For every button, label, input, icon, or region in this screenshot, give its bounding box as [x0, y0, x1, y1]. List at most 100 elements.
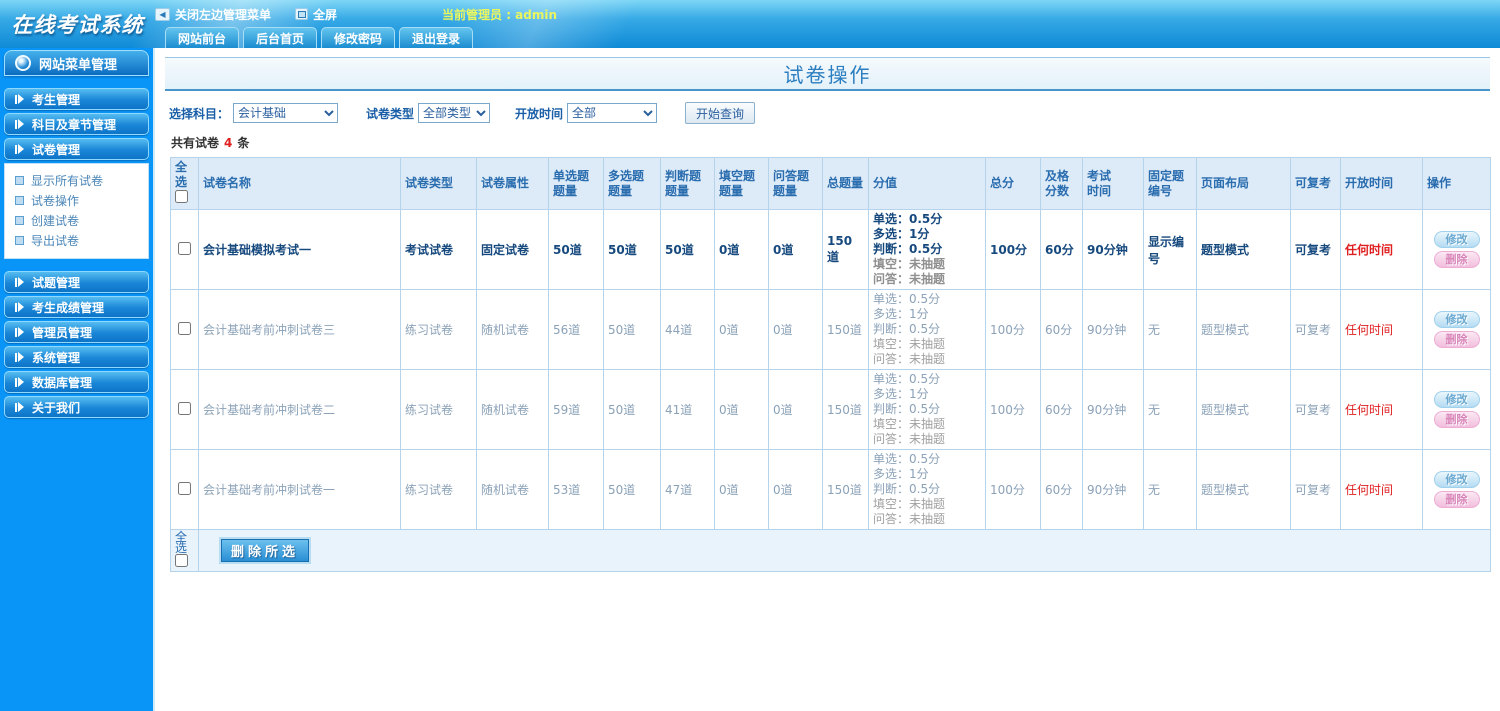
score-detail: 单选：0.5分 多选：1分 判断：0.5分 填空：未抽题 问答：未抽题 [868, 369, 986, 450]
search-button[interactable]: 开始查询 [685, 102, 756, 124]
blank-question-count: 0道 [714, 449, 769, 530]
edit-button[interactable]: 修改 [1433, 471, 1480, 488]
row-select-cell [170, 369, 199, 450]
result-count: 共有试卷 4 条 [171, 136, 250, 150]
row-select-cell [170, 209, 199, 290]
row-checkbox[interactable] [178, 321, 191, 335]
submenu-paper-operation[interactable]: 试卷操作 [5, 190, 148, 210]
page-layout: 题型模式 [1196, 369, 1291, 450]
open-time: 任何时间 [1340, 369, 1423, 450]
judge-question-count: 41道 [660, 369, 715, 450]
col-total: 总题量 [822, 157, 869, 210]
row-select-cell [170, 289, 199, 370]
topbar: ◀ 关闭左边管理菜单 全屏 当前管理员 : admin [155, 4, 557, 24]
main-content: 试卷操作 选择科目： 会计基础 试卷类型 全部类型 开放时间 全部 开始查询 共… [165, 48, 1495, 711]
sidebar: 网站菜单管理 考生管理 科目及章节管理 试卷管理 显示所有试卷 试卷操作 创建试… [0, 48, 155, 711]
subject-filter-label: 选择科目： [169, 106, 230, 121]
type-filter-label: 试卷类型 [366, 106, 415, 121]
square-bullet-icon [15, 175, 24, 185]
submenu-create-paper[interactable]: 创建试卷 [5, 210, 148, 230]
delete-button[interactable]: 删除 [1433, 491, 1480, 508]
exam-type: 练习试卷 [400, 449, 477, 530]
delete-button[interactable]: 删除 [1433, 331, 1480, 348]
exam-type: 考试试卷 [400, 209, 477, 290]
paper-type-select[interactable]: 全部类型 [418, 103, 491, 123]
fullscreen-link[interactable]: 全屏 [295, 6, 337, 23]
score-detail: 单选：0.5分 多选：1分 判断：0.5分 填空：未抽题 问答：未抽题 [868, 449, 986, 530]
sidebar-item-system-mgmt[interactable]: 系统管理 [4, 346, 149, 368]
submenu-show-all-papers[interactable]: 显示所有试卷 [5, 170, 148, 190]
sidebar-item-paper-mgmt[interactable]: 试卷管理 [4, 138, 149, 160]
single-question-count: 53道 [548, 449, 604, 530]
pass-score: 60分 [1040, 369, 1083, 450]
tab-logout[interactable]: 退出登录 [399, 27, 474, 48]
col-qa: 问答题 题量 [768, 157, 823, 210]
delete-button[interactable]: 删除 [1433, 411, 1480, 428]
close-left-menu-label: 关闭左边管理菜单 [175, 7, 272, 22]
open-time-select[interactable]: 全部 [567, 103, 658, 123]
delete-selected-button[interactable]: 删除所选 [221, 539, 310, 562]
fixed-number: 无 [1143, 289, 1197, 370]
sidebar-item-admin-mgmt[interactable]: 管理员管理 [4, 321, 149, 343]
total-question-count: 150道 [822, 449, 869, 530]
row-checkbox[interactable] [178, 401, 191, 415]
score-detail: 单选：0.5分 多选：1分 判断：0.5分 填空：未抽题 问答：未抽题 [868, 289, 986, 370]
tab-admin-home[interactable]: 后台首页 [243, 27, 318, 48]
sidebar-header-label: 网站菜单管理 [39, 57, 118, 73]
edit-button[interactable]: 修改 [1433, 231, 1480, 248]
square-bullet-icon [15, 215, 24, 225]
table-row: 会计基础考前冲刺试卷一 练习试卷 随机试卷 53道 50道 47道 0道 0道 … [170, 449, 1491, 530]
play-icon [15, 277, 24, 287]
table-row: 会计基础考前冲刺试卷二 练习试卷 随机试卷 59道 50道 41道 0道 0道 … [170, 369, 1491, 450]
row-actions: 修改 删除 [1422, 209, 1491, 290]
col-exam-attr: 试卷属性 [476, 157, 549, 210]
top-band: 在线考试系统 ◀ 关闭左边管理菜单 全屏 当前管理员 : admin 网站前台 … [0, 0, 1500, 48]
blank-question-count: 0道 [714, 209, 769, 290]
row-checkbox[interactable] [178, 241, 191, 255]
sidebar-item-score-mgmt[interactable]: 考生成绩管理 [4, 296, 149, 318]
sidebar-item-question-mgmt[interactable]: 试题管理 [4, 271, 149, 293]
tab-site-front[interactable]: 网站前台 [165, 27, 240, 48]
subject-select[interactable]: 会计基础 [233, 103, 339, 123]
col-multi: 多选题 题量 [603, 157, 661, 210]
page-title: 试卷操作 [783, 63, 872, 87]
table-footer-row: 全选 删除所选 [170, 529, 1491, 572]
tab-change-password[interactable]: 修改密码 [321, 27, 396, 48]
select-all-checkbox[interactable] [175, 190, 188, 203]
delete-button[interactable]: 删除 [1433, 251, 1480, 268]
single-question-count: 50道 [548, 209, 604, 290]
page-layout: 题型模式 [1196, 449, 1291, 530]
exam-name: 会计基础考前冲刺试卷二 [198, 369, 401, 450]
sidebar-item-about-us[interactable]: 关于我们 [4, 396, 149, 418]
total-question-count: 150道 [822, 209, 869, 290]
exam-name: 会计基础考前冲刺试卷三 [198, 289, 401, 370]
exam-duration: 90分钟 [1082, 369, 1144, 450]
footer-actions-cell: 删除所选 [198, 529, 1491, 572]
pass-score: 60分 [1040, 289, 1083, 370]
select-all-header: 全选 [170, 157, 199, 210]
collapse-left-icon: ◀ [155, 7, 170, 21]
play-icon [15, 144, 24, 154]
row-checkbox[interactable] [178, 481, 191, 495]
edit-button[interactable]: 修改 [1433, 391, 1480, 408]
sidebar-item-database-mgmt[interactable]: 数据库管理 [4, 371, 149, 393]
col-single: 单选题 题量 [548, 157, 604, 210]
footer-select-all-checkbox[interactable] [175, 554, 188, 567]
sidebar-item-examinee-mgmt[interactable]: 考生管理 [4, 88, 149, 110]
close-left-menu-link[interactable]: ◀ 关闭左边管理菜单 [155, 6, 271, 23]
multi-question-count: 50道 [603, 289, 661, 370]
col-exam-name: 试卷名称 [198, 157, 401, 210]
total-question-count: 150道 [822, 369, 869, 450]
fullscreen-icon [295, 8, 309, 20]
total-score: 100分 [985, 369, 1041, 450]
edit-button[interactable]: 修改 [1433, 311, 1480, 328]
blank-question-count: 0道 [714, 369, 769, 450]
sidebar-header: 网站菜单管理 [4, 50, 149, 76]
exam-attr: 固定试卷 [476, 209, 549, 290]
submenu-export-paper[interactable]: 导出试卷 [5, 230, 148, 250]
paper-mgmt-submenu: 显示所有试卷 试卷操作 创建试卷 导出试卷 [4, 163, 149, 259]
result-count-number: 4 [224, 136, 233, 150]
sidebar-item-subject-chapter-mgmt[interactable]: 科目及章节管理 [4, 113, 149, 135]
exam-attr: 随机试卷 [476, 369, 549, 450]
page-layout: 题型模式 [1196, 209, 1291, 290]
